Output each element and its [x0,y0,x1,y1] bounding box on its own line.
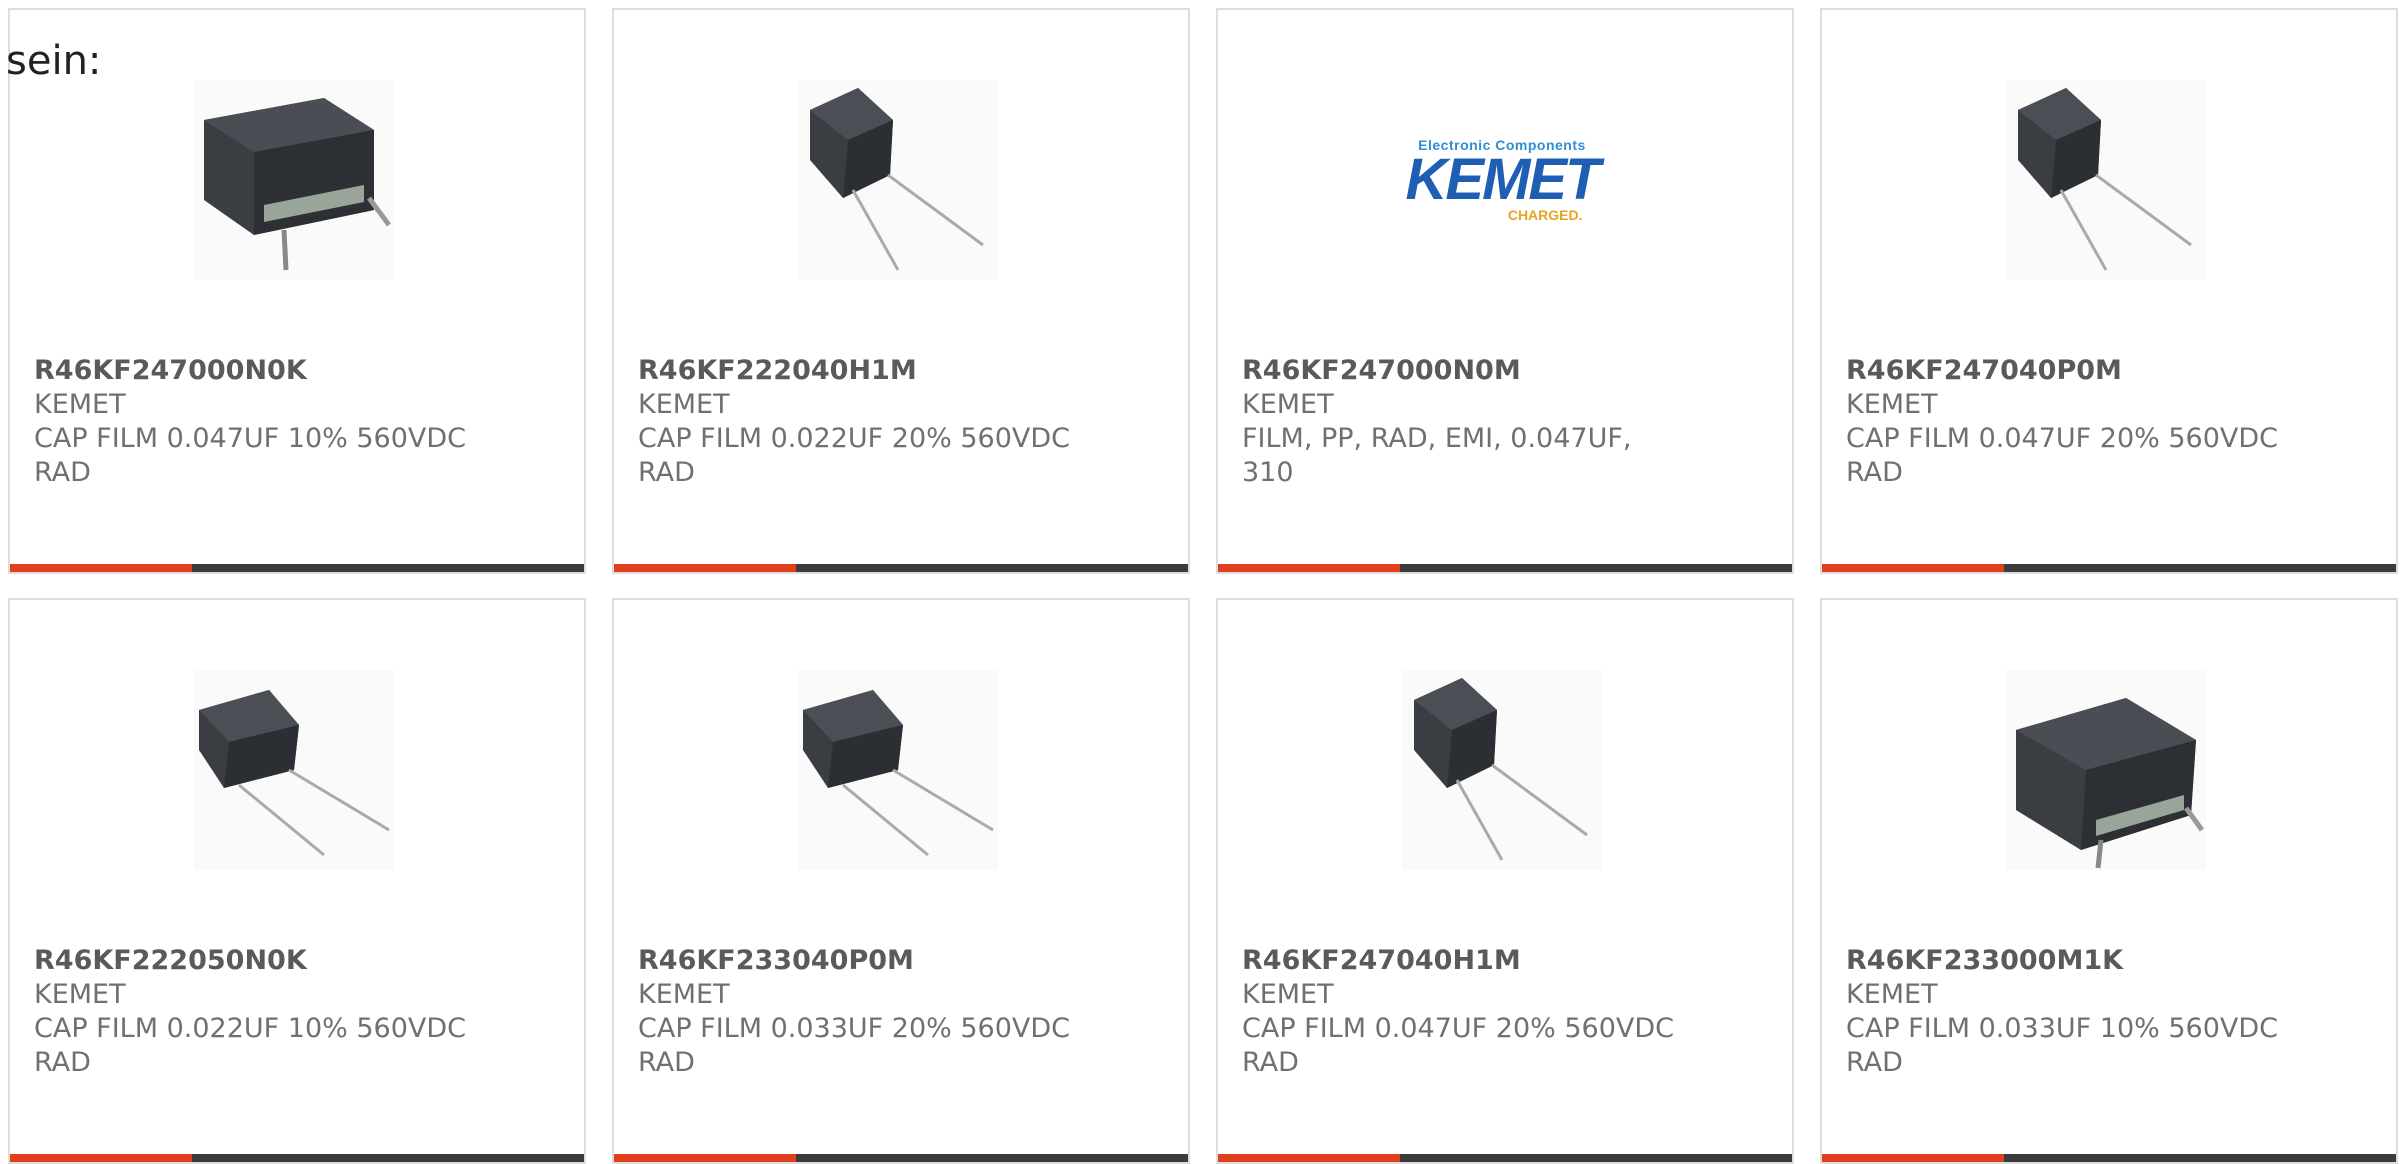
product-info: R46KF233000M1K KEMET CAP FILM 0.033UF 10… [1846,944,2306,1080]
product-image[interactable] [2006,670,2206,870]
card-footer-bar [10,564,584,572]
manufacturer: KEMET [1242,979,1334,1010]
description-line2: RAD [638,1047,695,1078]
part-number[interactable]: R46KF233000M1K [1846,944,2306,978]
product-info: R46KF222050N0K KEMET CAP FILM 0.022UF 10… [34,944,494,1080]
product-card[interactable]: R46KF222050N0K KEMET CAP FILM 0.022UF 10… [8,598,586,1164]
description-line2: RAD [34,457,91,488]
part-number[interactable]: R46KF247000N0M [1242,354,1702,388]
description-line2: RAD [1846,457,1903,488]
product-image[interactable] [194,670,394,870]
capacitor-icon [798,670,998,870]
card-footer-accent [1218,564,1400,572]
description-line1: CAP FILM 0.033UF 10% 560VDC [1846,1013,2279,1044]
product-card[interactable]: Electronic Components KEMET CHARGED. R46… [1216,8,1794,574]
capacitor-icon [2006,80,2206,280]
part-number[interactable]: R46KF247000N0K [34,354,494,388]
part-number[interactable]: R46KF233040P0M [638,944,1098,978]
product-card[interactable]: R46KF233040P0M KEMET CAP FILM 0.033UF 20… [612,598,1190,1164]
product-card[interactable]: R46KF222040H1M KEMET CAP FILM 0.022UF 20… [612,8,1190,574]
part-number[interactable]: R46KF247040H1M [1242,944,1702,978]
product-card[interactable]: R46KF247000N0K KEMET CAP FILM 0.047UF 10… [8,8,586,574]
product-info: R46KF247000N0K KEMET CAP FILM 0.047UF 10… [34,354,494,490]
description-line2: RAD [34,1047,91,1078]
description-line2: 310 [1242,457,1294,488]
product-info: R46KF247040P0M KEMET CAP FILM 0.047UF 20… [1846,354,2306,490]
product-card[interactable]: R46KF233000M1K KEMET CAP FILM 0.033UF 10… [1820,598,2398,1164]
manufacturer: KEMET [1242,389,1334,420]
part-number[interactable]: R46KF222050N0K [34,944,494,978]
description-line1: CAP FILM 0.047UF 20% 560VDC [1846,423,2279,454]
product-image[interactable] [798,80,998,280]
card-footer-accent [1822,564,2004,572]
description-line1: CAP FILM 0.047UF 20% 560VDC [1242,1013,1675,1044]
capacitor-icon [2006,670,2206,870]
manufacturer: KEMET [34,979,126,1010]
product-image[interactable]: Electronic Components KEMET CHARGED. [1402,80,1602,280]
card-footer-bar [1822,564,2396,572]
description-line2: RAD [1846,1047,1903,1078]
card-footer-accent [10,564,192,572]
description-line1: FILM, PP, RAD, EMI, 0.047UF, [1242,423,1632,454]
product-info: R46KF247000N0M KEMET FILM, PP, RAD, EMI,… [1242,354,1702,490]
product-image[interactable] [2006,80,2206,280]
product-image[interactable] [1402,670,1602,870]
manufacturer: KEMET [1846,389,1938,420]
capacitor-icon [194,80,394,280]
description-line1: CAP FILM 0.022UF 20% 560VDC [638,423,1071,454]
description-line2: RAD [638,457,695,488]
manufacturer: KEMET [638,979,730,1010]
capacitor-icon [1402,670,1602,870]
description-line1: CAP FILM 0.047UF 10% 560VDC [34,423,467,454]
description-line2: RAD [1242,1047,1299,1078]
product-image[interactable] [798,670,998,870]
capacitor-icon [798,80,998,280]
manufacturer: KEMET [34,389,126,420]
manufacturer: KEMET [638,389,730,420]
product-card[interactable]: R46KF247040P0M KEMET CAP FILM 0.047UF 20… [1820,8,2398,574]
product-card[interactable]: R46KF247040H1M KEMET CAP FILM 0.047UF 20… [1216,598,1794,1164]
card-footer-accent [614,564,796,572]
capacitor-icon [194,670,394,870]
product-image[interactable] [194,80,394,280]
product-info: R46KF233040P0M KEMET CAP FILM 0.033UF 20… [638,944,1098,1080]
part-number[interactable]: R46KF247040P0M [1846,354,2306,388]
product-info: R46KF247040H1M KEMET CAP FILM 0.047UF 20… [1242,944,1702,1080]
description-line1: CAP FILM 0.022UF 10% 560VDC [34,1013,467,1044]
card-footer-bar [614,564,1188,572]
card-footer-bar [1218,564,1792,572]
kemet-logo: Electronic Components KEMET CHARGED. [1405,137,1601,223]
part-number[interactable]: R46KF222040H1M [638,354,1098,388]
manufacturer: KEMET [1846,979,1938,1010]
product-info: R46KF222040H1M KEMET CAP FILM 0.022UF 20… [638,354,1098,490]
intro-text: sein: [6,38,102,84]
description-line1: CAP FILM 0.033UF 20% 560VDC [638,1013,1071,1044]
